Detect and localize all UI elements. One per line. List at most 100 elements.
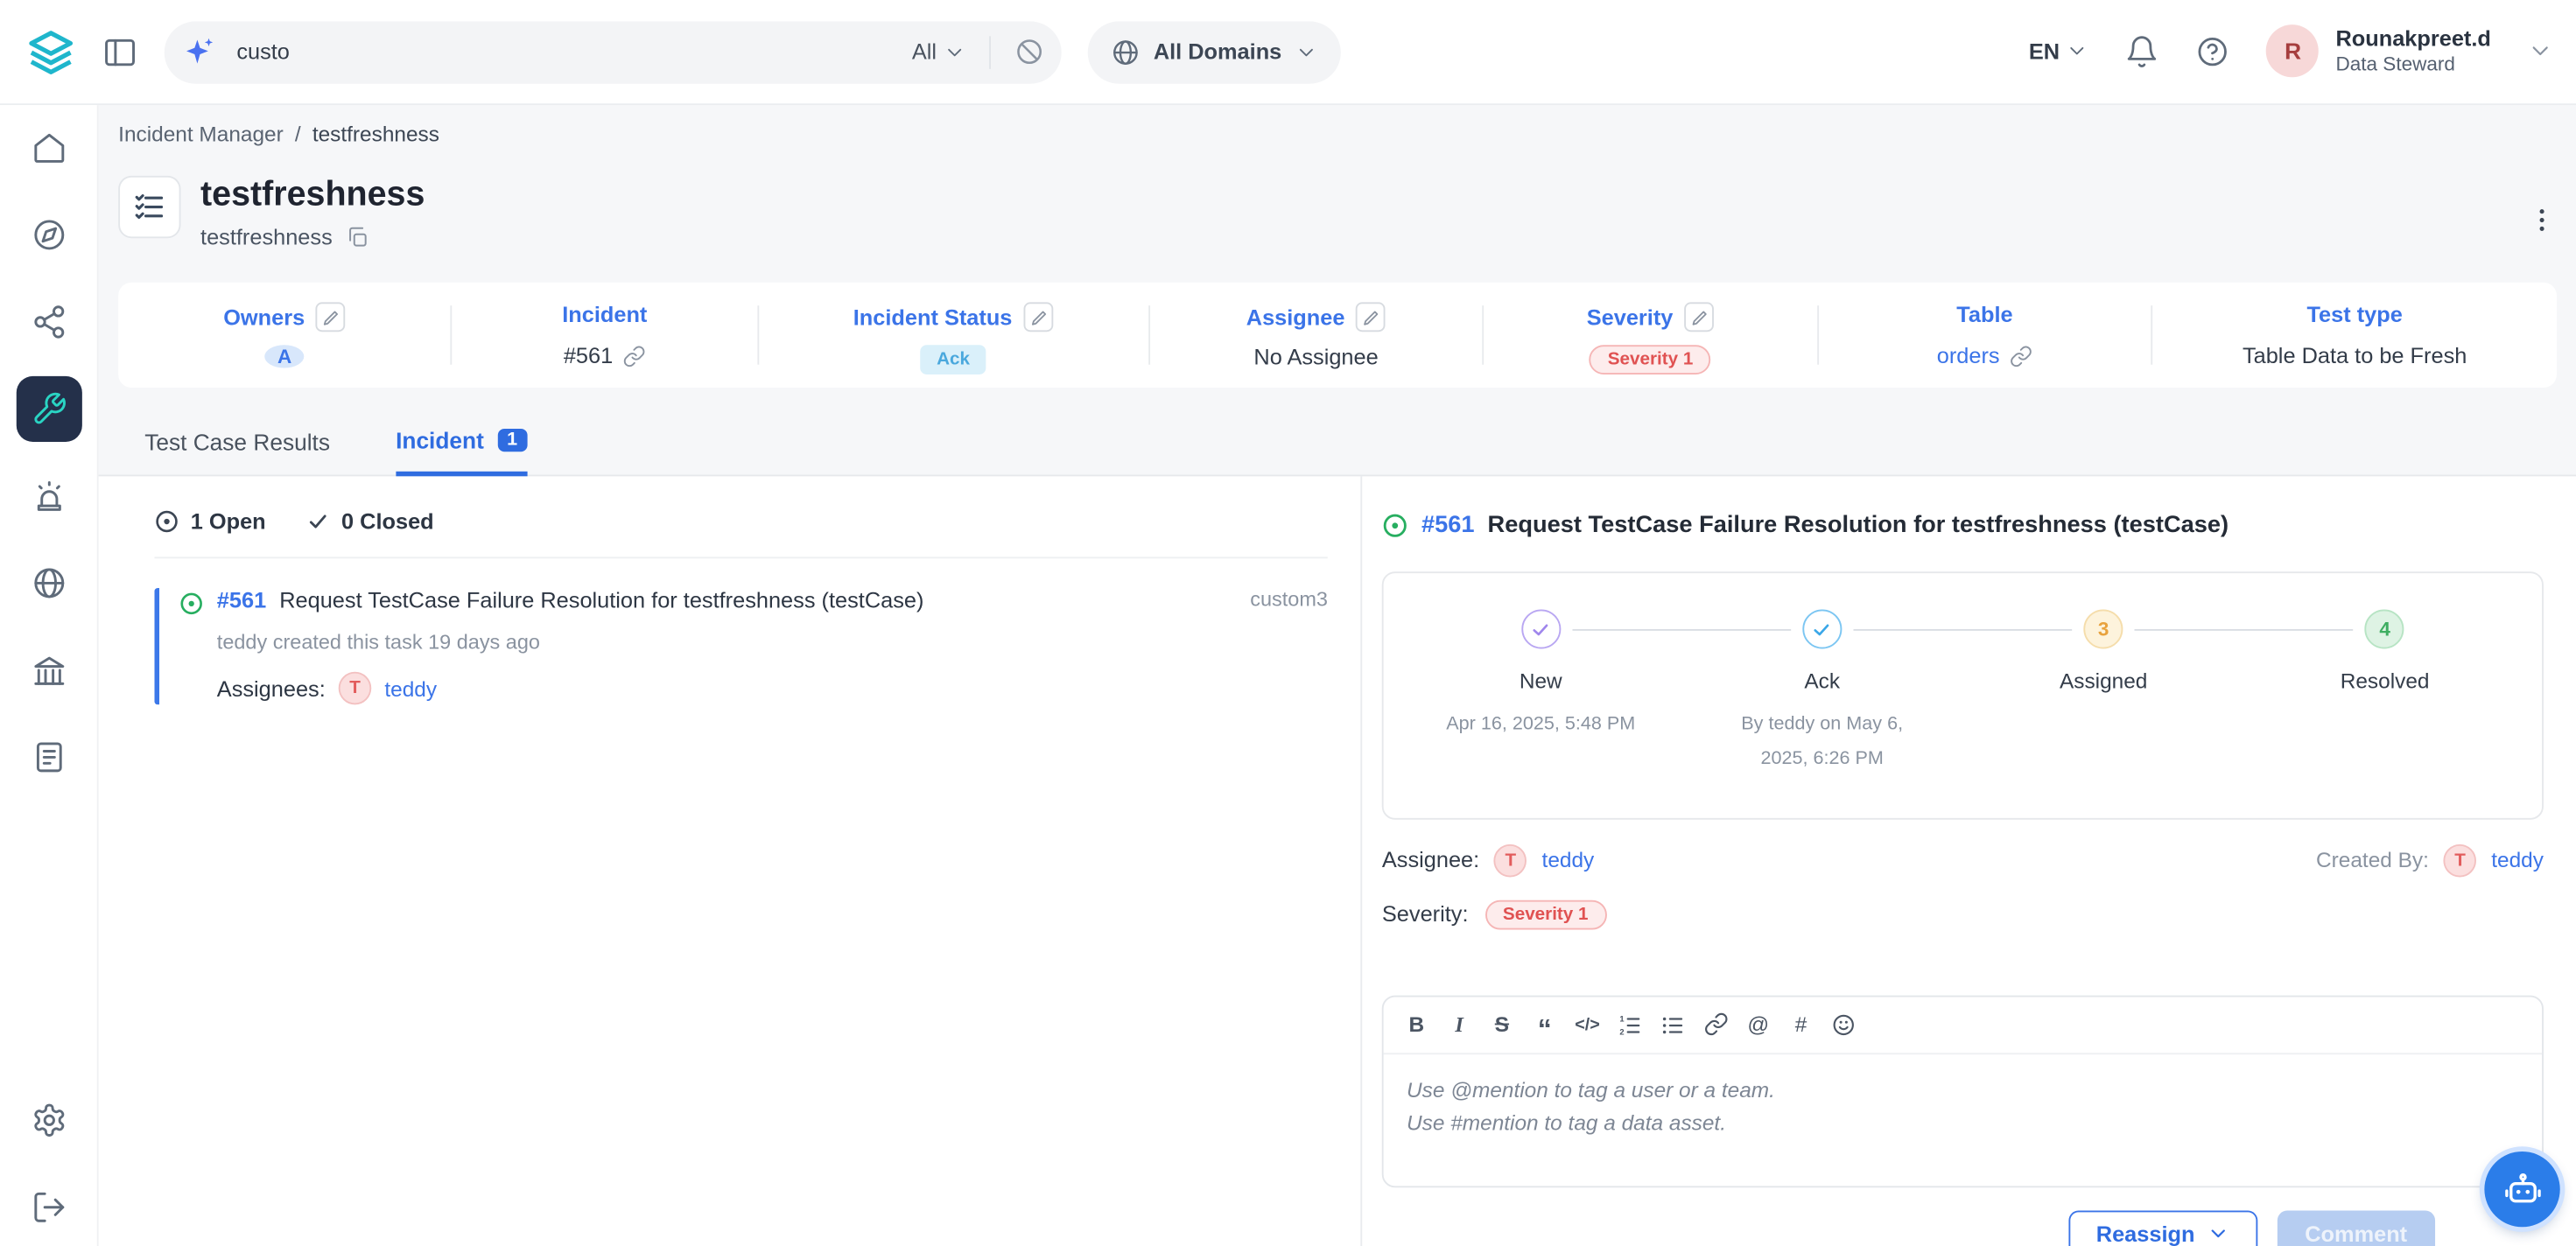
kebab-menu-icon[interactable] xyxy=(2521,199,2564,242)
page-title: testfreshness xyxy=(200,176,425,215)
detail-assignee-label: Assignee: xyxy=(1382,848,1479,872)
comment-input[interactable]: Use @mention to tag a user or a team. Us… xyxy=(1384,1054,2542,1186)
circle-dot-icon xyxy=(154,509,179,534)
sidebar-item-lineage[interactable] xyxy=(16,289,81,354)
link-icon[interactable] xyxy=(2010,345,2032,368)
copy-icon[interactable] xyxy=(346,225,370,249)
editor-placeholder-line2: Use #mention to tag a data asset. xyxy=(1407,1107,2519,1140)
mention-user-icon[interactable]: @ xyxy=(1738,1004,1778,1044)
severity-badge: Severity 1 xyxy=(1485,900,1606,929)
notifications-bell-icon[interactable] xyxy=(2125,34,2159,68)
logout-icon xyxy=(31,1189,67,1225)
edit-severity-icon[interactable] xyxy=(1685,303,1715,332)
incident-list-panel: 1 Open 0 Closed #561 Request TestCase Fa… xyxy=(99,477,1363,1246)
open-count: 1 Open xyxy=(154,509,265,534)
journal-icon xyxy=(31,739,67,775)
status-badge: Ack xyxy=(920,345,986,374)
sidebar-item-domains[interactable] xyxy=(16,550,81,616)
incident-number[interactable]: #561 xyxy=(564,344,613,368)
tab-incident[interactable]: Incident 1 xyxy=(396,427,527,476)
strikethrough-icon[interactable]: S xyxy=(1482,1004,1521,1044)
meta-incident-status: Incident Status Ack xyxy=(758,303,1148,368)
detail-incident-id-link[interactable]: #561 xyxy=(1421,513,1475,539)
page-subtitle: testfreshness xyxy=(200,225,333,249)
tab-test-case-results[interactable]: Test Case Results xyxy=(144,427,330,474)
search-input[interactable] xyxy=(234,38,895,66)
check-icon xyxy=(1811,619,1832,640)
sidebar-item-governance[interactable] xyxy=(16,637,81,703)
step-resolved-circle: 4 xyxy=(2365,610,2404,649)
severity-label: Severity xyxy=(1587,304,1674,329)
edit-status-icon[interactable] xyxy=(1024,303,1054,332)
breadcrumb: Incident Manager / testfreshness xyxy=(99,105,2576,146)
assignee-label: Assignee xyxy=(1246,304,1345,329)
incident-list-item[interactable]: #561 Request TestCase Failure Resolution… xyxy=(154,588,1327,704)
comment-label: Comment xyxy=(2305,1222,2407,1246)
closed-count-label: 0 Closed xyxy=(341,509,434,534)
table-name[interactable]: orders xyxy=(1937,344,2000,368)
sidebar-item-home[interactable] xyxy=(16,115,81,180)
edit-owners-icon[interactable] xyxy=(316,303,346,332)
link-icon[interactable] xyxy=(622,345,645,368)
step-new: New Apr 16, 2025, 5:48 PM xyxy=(1400,610,1681,778)
assignee-value: No Assignee xyxy=(1253,345,1378,369)
sidebar-toggle-icon[interactable] xyxy=(102,33,137,69)
domains-dropdown[interactable]: All Domains xyxy=(1088,20,1341,82)
asset-icon-box xyxy=(118,176,180,238)
sidebar-item-incident-manager[interactable] xyxy=(16,376,81,442)
language-dropdown[interactable]: EN xyxy=(2029,39,2089,64)
chevron-down-icon xyxy=(944,40,966,63)
reassign-button[interactable]: Reassign xyxy=(2068,1210,2257,1246)
tab-label: Test Case Results xyxy=(144,429,330,455)
clear-search-icon[interactable] xyxy=(1014,36,1045,67)
bold-icon[interactable]: B xyxy=(1397,1004,1436,1044)
code-icon[interactable]: </> xyxy=(1568,1004,1607,1044)
meta-owners: Owners A xyxy=(118,303,451,368)
created-by-label: Created By: xyxy=(2316,848,2429,872)
chevron-down-icon xyxy=(2067,40,2089,63)
bank-icon xyxy=(31,652,67,688)
meta-assignee: Assignee No Assignee xyxy=(1150,303,1483,368)
breadcrumb-incident-manager[interactable]: Incident Manager xyxy=(118,122,284,146)
sidebar-item-explore[interactable] xyxy=(16,202,81,268)
incident-id-link[interactable]: #561 xyxy=(217,588,266,612)
chatbot-button[interactable] xyxy=(2484,1152,2559,1227)
avatar: R xyxy=(2267,25,2320,78)
assignee-name-link[interactable]: teddy xyxy=(1542,848,1595,872)
breadcrumb-separator: / xyxy=(295,122,301,146)
global-search: All xyxy=(165,20,1062,82)
ordered-list-icon[interactable]: 12 xyxy=(1611,1004,1650,1044)
sidebar-item-logout[interactable] xyxy=(16,1174,81,1240)
assignee-name-link[interactable]: teddy xyxy=(384,676,437,701)
open-incident-icon xyxy=(179,592,204,616)
divider xyxy=(989,35,991,68)
svg-text:1: 1 xyxy=(1619,1014,1624,1023)
comment-editor: B I S “ </> 12 xyxy=(1382,995,2544,1187)
sidebar-item-docs[interactable] xyxy=(16,724,81,790)
user-name: Rounakpreet.d xyxy=(2335,24,2490,53)
link-icon[interactable] xyxy=(1695,1004,1735,1044)
step-assigned: 3 Assigned xyxy=(1962,610,2243,778)
italic-icon[interactable]: I xyxy=(1440,1004,1479,1044)
bullet-list-icon[interactable] xyxy=(1653,1004,1693,1044)
chevron-down-icon xyxy=(1295,40,1317,63)
blockquote-icon[interactable]: “ xyxy=(1525,1004,1564,1044)
editor-placeholder-line1: Use @mention to tag a user or a team. xyxy=(1407,1074,2519,1107)
main-content: Incident Manager / testfreshness testfre… xyxy=(99,105,2576,1246)
tab-label: Incident xyxy=(396,427,484,453)
robot-icon xyxy=(2500,1167,2544,1212)
incident-title: Request TestCase Failure Resolution for … xyxy=(279,588,923,612)
creator-name-link[interactable]: teddy xyxy=(2491,848,2544,872)
brand-logo-icon[interactable] xyxy=(26,27,75,76)
user-menu[interactable]: R Rounakpreet.d Data Steward xyxy=(2267,24,2491,79)
owner-avatar: A xyxy=(265,345,305,368)
sidebar-item-alerts[interactable] xyxy=(16,463,81,528)
sidebar-item-settings[interactable] xyxy=(16,1088,81,1153)
edit-assignee-icon[interactable] xyxy=(1357,303,1386,332)
comment-button[interactable]: Comment xyxy=(2277,1210,2435,1246)
search-scope-dropdown[interactable]: All xyxy=(912,39,966,64)
mention-asset-icon[interactable]: # xyxy=(1781,1004,1821,1044)
chevron-down-icon[interactable] xyxy=(2527,38,2553,65)
help-icon[interactable] xyxy=(2196,34,2230,68)
emoji-icon[interactable] xyxy=(1824,1004,1864,1044)
